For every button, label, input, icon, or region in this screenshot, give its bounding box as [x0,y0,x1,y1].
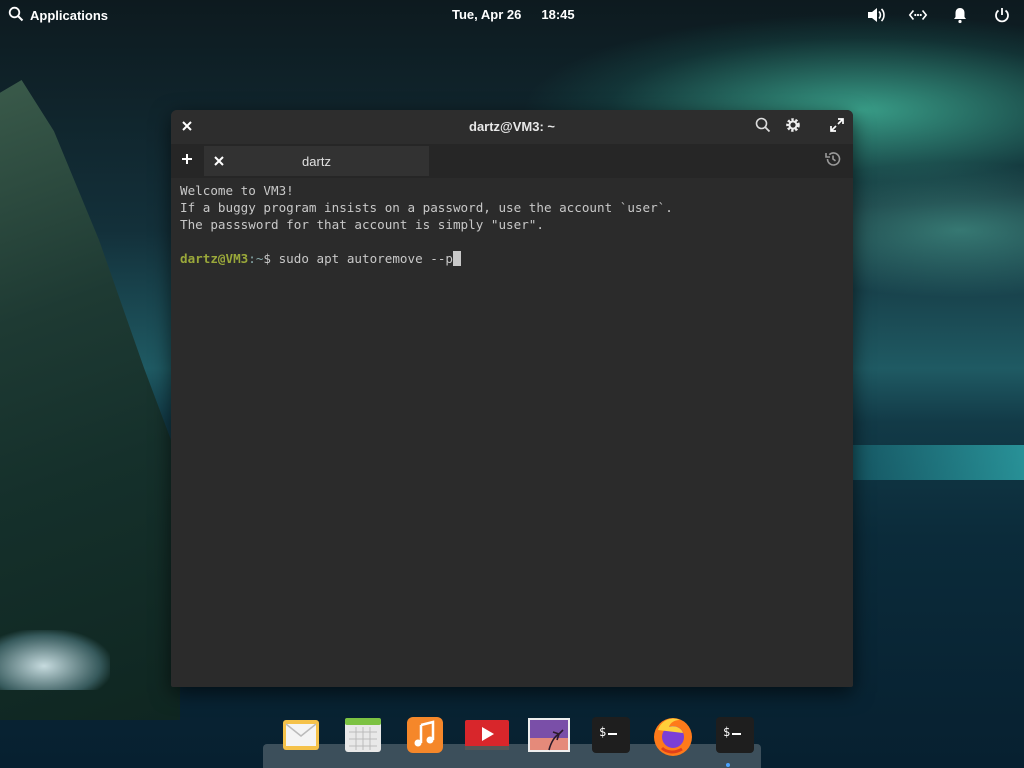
terminal-line: If a buggy program insists on a password… [180,200,673,215]
dock-terminal[interactable]: $ [704,714,766,760]
time-label: 18:45 [541,7,575,22]
maximize-icon [830,117,844,137]
calendar-icon [343,715,383,760]
new-tab-button[interactable] [177,151,197,171]
prompt-line: dartz@VM3:~$ sudo apt autoremove --p [180,250,844,267]
running-indicator [726,763,730,767]
history-icon [824,150,842,173]
window-title: dartz@VM3: ~ [469,119,555,134]
terminal-window: dartz@VM3: ~ dartz Welcome to VM3! If a … [171,110,853,687]
applications-menu[interactable]: Applications [8,6,108,25]
terminal-output[interactable]: Welcome to VM3! If a buggy program insist… [171,178,853,271]
prompt-path: :~ [248,251,264,266]
search-icon [755,117,771,138]
svg-text:$: $ [723,725,730,739]
svg-text:$: $ [599,725,606,739]
dock-videos[interactable] [456,714,518,760]
dock-music[interactable] [394,714,456,760]
power-icon[interactable] [992,5,1012,25]
videos-icon [464,715,510,760]
tab-history-button[interactable] [823,151,843,171]
date-label: Tue, Apr 26 [452,7,522,22]
firefox-icon [650,712,696,763]
dock-firefox[interactable] [642,714,704,760]
network-icon[interactable] [908,5,928,25]
dock-mail[interactable] [270,714,332,760]
photos-icon [527,716,571,759]
gear-icon [784,116,802,139]
applications-label: Applications [30,8,109,23]
terminal-line: The passsword for that account is simply… [180,217,544,232]
command-input[interactable]: sudo apt autoremove --p [279,251,453,266]
plus-icon [181,152,193,170]
tab-bar: dartz [171,144,853,178]
terminal-icon: $ [591,715,631,760]
prompt-user: dartz@VM3 [180,251,249,266]
search-button[interactable] [753,117,773,137]
terminal-icon: $ [715,715,755,760]
datetime-indicator[interactable]: Tue, Apr 26 18:45 [452,7,575,22]
tab-dartz[interactable]: dartz [204,146,429,176]
system-tray [866,5,1012,25]
search-icon [8,6,24,25]
mail-icon [281,715,321,760]
prompt-symbol: $ [263,251,279,266]
wallpaper-surf [0,630,110,690]
music-icon [405,715,445,760]
notifications-icon[interactable] [950,5,970,25]
dock-photos[interactable] [518,714,580,760]
text-cursor [452,251,461,266]
volume-icon[interactable] [866,5,886,25]
settings-button[interactable] [783,117,803,137]
dock: $ $ [270,714,766,760]
wallpaper-sea [840,445,1024,480]
tab-label: dartz [302,154,331,169]
top-panel: Applications Tue, Apr 26 18:45 [0,0,1024,30]
wallpaper-cliff [0,80,180,720]
window-titlebar[interactable]: dartz@VM3: ~ [171,110,853,144]
dock-calendar[interactable] [332,714,394,760]
dock-terminal[interactable]: $ [580,714,642,760]
terminal-line: Welcome to VM3! [180,183,294,198]
maximize-button[interactable] [827,117,847,137]
